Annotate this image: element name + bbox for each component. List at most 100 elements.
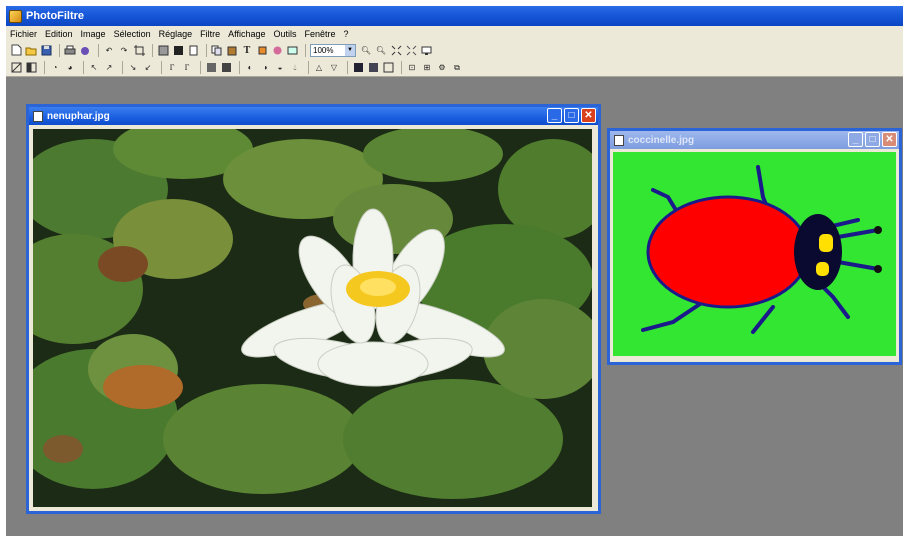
toolbar-separator	[44, 61, 45, 74]
saturation-plus-icon[interactable]: ↙	[142, 62, 154, 74]
maximize-icon[interactable]: □	[564, 108, 579, 123]
toolbar-separator	[206, 43, 207, 57]
soften-icon[interactable]: ◒	[274, 62, 286, 74]
flip-horizontal-icon[interactable]: △	[313, 62, 325, 74]
sepia-icon[interactable]	[220, 62, 232, 74]
menu-help[interactable]: ?	[344, 29, 349, 39]
zoom-in-icon[interactable]: 🔍︎	[360, 44, 372, 56]
brush-icon[interactable]: ⊞	[421, 62, 433, 74]
window-titlebar[interactable]: nenuphar.jpg _ □ ✕	[29, 107, 598, 125]
menu-image[interactable]: Image	[81, 29, 106, 39]
toolbar-separator	[59, 43, 60, 57]
document-icon	[33, 110, 43, 122]
toolbar-separator	[161, 61, 162, 74]
zoom-value: 100%	[313, 45, 334, 55]
window-title: nenuphar.jpg	[47, 110, 110, 122]
copy-icon[interactable]	[211, 44, 223, 56]
photofiltre-app-icon	[9, 9, 22, 23]
minimize-icon[interactable]: _	[547, 108, 562, 123]
filter-icon[interactable]	[271, 44, 283, 56]
close-icon[interactable]: ✕	[882, 132, 897, 147]
saturation-minus-icon[interactable]: ↘	[127, 62, 139, 74]
window-titlebar[interactable]: coccinelle.jpg _ □ ✕	[610, 131, 899, 149]
rotate-right-icon[interactable]	[367, 62, 379, 74]
open-file-icon[interactable]	[25, 44, 37, 56]
sharpen-icon[interactable]: ◑	[259, 62, 271, 74]
toolbar-separator	[98, 43, 99, 57]
toolbar-separator	[401, 61, 402, 74]
flip-vertical-icon[interactable]: ▽	[328, 62, 340, 74]
automation-icon[interactable]: ⚙︎	[436, 62, 448, 74]
paint-icon[interactable]	[256, 44, 268, 56]
contrast-icon[interactable]	[25, 62, 37, 74]
menubar: Fichier Edition Image Sélection Réglage …	[6, 26, 903, 41]
zoom-select[interactable]: 100% ▼	[310, 43, 356, 57]
app-window: PhotoFiltre Fichier Edition Image Sélect…	[6, 6, 903, 536]
contrast-minus-icon[interactable]: ↖	[88, 62, 100, 74]
water-lily-image	[6, 119, 608, 507]
toolbar-separator	[305, 43, 306, 57]
scan-icon[interactable]	[79, 44, 91, 56]
minimize-icon[interactable]: _	[848, 132, 863, 147]
menu-edition[interactable]: Edition	[45, 29, 73, 39]
display-icon[interactable]	[286, 44, 298, 56]
adjust-toolbar: ◔ ◕ ↖ ↗ ↘ ↙ Γ Γ ◐ ◑ ◒ 💧︎ △ ▽ ⊡ ⊞ ⚙︎ ⧉	[6, 59, 903, 77]
chevron-down-icon[interactable]: ▼	[345, 44, 355, 56]
menu-filtre[interactable]: Filtre	[200, 29, 220, 39]
text-tool-icon[interactable]: T	[241, 44, 253, 56]
window-controls: _ □ ✕	[846, 132, 897, 147]
menu-fenetre[interactable]: Fenêtre	[305, 29, 336, 39]
blur-icon[interactable]: ◐	[244, 62, 256, 74]
print-icon[interactable]	[64, 44, 76, 56]
zoom-out-icon[interactable]: 🔍︎	[375, 44, 387, 56]
crop-icon[interactable]	[133, 44, 145, 56]
drop-icon[interactable]: 💧︎	[289, 62, 301, 74]
undo-icon[interactable]: ↶	[103, 44, 115, 56]
image-window-nenuphar[interactable]: nenuphar.jpg _ □ ✕	[6, 104, 608, 514]
brightness-plus-icon[interactable]: ◕	[64, 62, 76, 74]
document-icon[interactable]	[187, 44, 199, 56]
rotate-left-icon[interactable]	[352, 62, 364, 74]
image-window-coccinelle[interactable]: coccinelle.jpg _ □ ✕	[607, 128, 902, 365]
fullscreen-icon[interactable]	[420, 44, 432, 56]
gamma-minus-icon[interactable]: Γ	[166, 62, 178, 74]
mirror-icon[interactable]	[382, 62, 394, 74]
toolbar-separator	[83, 61, 84, 74]
app-title: PhotoFiltre	[26, 10, 85, 22]
grayscale-icon[interactable]	[205, 62, 217, 74]
main-toolbar: ↶ ↷ T 100% ▼ 🔍︎ 🔍︎	[6, 41, 903, 59]
fit-window-icon[interactable]	[390, 44, 402, 56]
new-file-icon[interactable]	[10, 44, 22, 56]
window-title: coccinelle.jpg	[628, 134, 695, 146]
contrast-plus-icon[interactable]: ↗	[103, 62, 115, 74]
layers-icon[interactable]: ⧉	[451, 62, 463, 74]
redo-icon[interactable]: ↷	[118, 44, 130, 56]
toolbar-separator	[200, 61, 201, 74]
maximize-icon[interactable]: □	[865, 132, 880, 147]
gamma-plus-icon[interactable]: Γ	[181, 62, 193, 74]
menu-reglage[interactable]: Réglage	[159, 29, 193, 39]
menu-outils[interactable]: Outils	[274, 29, 297, 39]
app-titlebar[interactable]: PhotoFiltre	[6, 6, 903, 26]
brightness-minus-icon[interactable]: ◔	[49, 62, 61, 74]
close-icon[interactable]: ✕	[581, 108, 596, 123]
automatic-levels-icon[interactable]	[10, 62, 22, 74]
image-canvas[interactable]	[610, 149, 899, 362]
paste-icon[interactable]	[226, 44, 238, 56]
toolbar-separator	[122, 61, 123, 74]
menu-selection[interactable]: Sélection	[114, 29, 151, 39]
save-icon[interactable]	[40, 44, 52, 56]
toolbar-separator	[239, 61, 240, 74]
document-icon	[614, 134, 624, 146]
canvas-size-icon[interactable]	[172, 44, 184, 56]
menu-affichage[interactable]: Affichage	[228, 29, 265, 39]
actual-size-icon[interactable]	[405, 44, 417, 56]
stamp-icon[interactable]: ⊡	[406, 62, 418, 74]
image-size-icon[interactable]	[157, 44, 169, 56]
image-canvas[interactable]	[6, 119, 608, 511]
toolbar-separator	[308, 61, 309, 74]
toolbar-separator	[152, 43, 153, 57]
menu-fichier[interactable]: Fichier	[10, 29, 37, 39]
window-controls: _ □ ✕	[545, 108, 596, 123]
ladybug-image	[613, 152, 896, 356]
